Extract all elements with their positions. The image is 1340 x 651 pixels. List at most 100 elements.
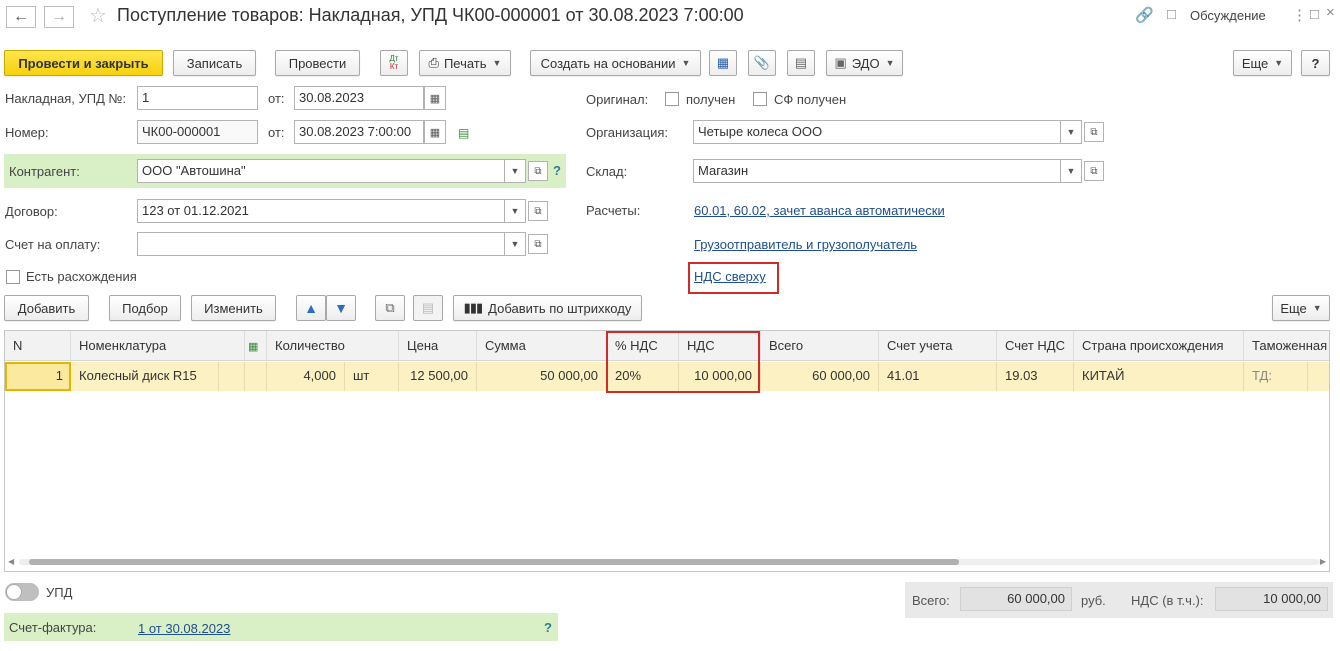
warehouse-field[interactable]: Магазин	[693, 159, 1061, 183]
header-customs[interactable]: Таможенная	[1244, 331, 1329, 361]
header-vat-account[interactable]: Счет НДС	[997, 331, 1074, 361]
received-checkbox[interactable]	[665, 92, 679, 106]
counterparty-help[interactable]: ?	[553, 163, 561, 178]
cell-item[interactable]: Колесный диск R15	[71, 362, 219, 391]
payment-invoice-open-button[interactable]: ⧉	[528, 234, 548, 254]
counterparty-field[interactable]: ООО "Автошина"	[137, 159, 505, 183]
counterparty-open-button[interactable]: ⧉	[528, 161, 548, 181]
cell-quantity[interactable]: 4,000	[267, 362, 345, 391]
discuss-label[interactable]: Обсуждение	[1190, 8, 1266, 23]
cell-price[interactable]: 12 500,00	[399, 362, 477, 391]
header-vat-rate[interactable]: % НДС	[607, 331, 679, 361]
payment-invoice-dropdown[interactable]: ▼	[504, 232, 526, 256]
cell-total[interactable]: 60 000,00	[761, 362, 879, 391]
close-icon[interactable]: ×	[1326, 4, 1335, 21]
invoice-help[interactable]: ?	[544, 620, 552, 635]
invoice-facture-link[interactable]: 1 от 30.08.2023	[138, 621, 230, 636]
discuss-icon[interactable]: □	[1167, 6, 1176, 23]
add-row-button[interactable]: Добавить	[4, 295, 89, 321]
edo-button[interactable]: ▣ ЭДО ▼	[826, 50, 903, 76]
more-vertical-icon[interactable]: ⋮	[1292, 6, 1307, 24]
header-account[interactable]: Счет учета	[879, 331, 997, 361]
contract-field[interactable]: 123 от 01.12.2021	[137, 199, 505, 223]
table-more-button[interactable]: Еще ▼	[1272, 295, 1330, 321]
header-item[interactable]: Номенклатура	[71, 331, 245, 361]
organization-dropdown[interactable]: ▼	[1060, 120, 1082, 144]
paste-row-button[interactable]: ▤	[413, 295, 443, 321]
forward-button[interactable]: →	[44, 6, 74, 28]
print-button[interactable]: ⎙ Печать ▼	[419, 50, 511, 76]
sf-received-checkbox[interactable]	[753, 92, 767, 106]
goods-table[interactable]: N Номенклатура ▦ Количество Цена Сумма %…	[4, 330, 1330, 572]
invoice-number-field[interactable]: 1	[137, 86, 258, 110]
cell-customs-extra[interactable]	[1308, 362, 1329, 391]
cell-vat[interactable]: 10 000,00	[679, 362, 761, 391]
document-list-button[interactable]: ▤	[787, 50, 815, 76]
calendar-button[interactable]: ▦	[424, 86, 446, 110]
attachments-button[interactable]: 📎	[748, 50, 776, 76]
doc-date-field[interactable]: 30.08.2023 7:00:00	[294, 120, 424, 144]
cell-customs[interactable]: ТД:	[1244, 362, 1308, 391]
header-total[interactable]: Всего	[761, 331, 879, 361]
horizontal-scrollbar[interactable]	[19, 559, 1319, 565]
move-up-button[interactable]: ▲	[296, 295, 326, 321]
invoice-date-field[interactable]: 30.08.2023	[294, 86, 424, 110]
organization-open-button[interactable]: ⧉	[1084, 122, 1104, 142]
upd-toggle[interactable]	[5, 583, 39, 601]
calendar-button-2[interactable]: ▦	[424, 120, 446, 144]
scrollbar-thumb[interactable]	[29, 559, 959, 565]
more-button[interactable]: Еще ▼	[1233, 50, 1292, 76]
cell-item-extra[interactable]	[219, 362, 245, 391]
scroll-right-icon[interactable]: ▶	[1320, 557, 1326, 566]
copy-row-button[interactable]: ⧉	[375, 295, 405, 321]
cell-unit[interactable]: шт	[345, 362, 399, 391]
header-quantity[interactable]: Количество	[267, 331, 399, 361]
add-by-barcode-button[interactable]: ▮▮▮ Добавить по штрихкоду	[453, 295, 642, 321]
cell-n[interactable]: 1	[5, 362, 71, 391]
organization-field[interactable]: Четыре колеса ООО	[693, 120, 1061, 144]
vat-on-top-link[interactable]: НДС сверху	[694, 269, 766, 284]
counterparty-dropdown[interactable]: ▼	[504, 159, 526, 183]
dt-kt-button[interactable]: Дт Кт	[380, 50, 408, 76]
help-button[interactable]: ?	[1301, 50, 1330, 76]
post-and-close-button[interactable]: Провести и закрыть	[4, 50, 163, 76]
header-country[interactable]: Страна происхождения	[1074, 331, 1244, 361]
header-price[interactable]: Цена	[399, 331, 477, 361]
table-more-label: Еще	[1280, 300, 1307, 316]
shipper-consignee-link[interactable]: Грузоотправитель и грузополучатель	[694, 237, 917, 252]
post-button[interactable]: Провести	[275, 50, 360, 76]
chevron-down-icon: ▼	[885, 58, 895, 68]
edit-row-button[interactable]: Изменить	[191, 295, 276, 321]
warehouse-open-button[interactable]: ⧉	[1084, 161, 1104, 181]
header-sum[interactable]: Сумма	[477, 331, 607, 361]
more-label: Еще	[1241, 55, 1269, 71]
cell-account[interactable]: 41.01	[879, 362, 997, 391]
discrepancy-checkbox[interactable]	[6, 270, 20, 284]
edit-number-icon[interactable]: ▤	[458, 126, 469, 140]
total-label: Всего:	[912, 593, 950, 608]
favorite-star-icon[interactable]: ☆	[89, 3, 107, 28]
maximize-icon[interactable]: □	[1310, 6, 1319, 23]
arrow-right-icon: →	[51, 8, 67, 25]
cell-sum[interactable]: 50 000,00	[477, 362, 607, 391]
scroll-left-icon[interactable]: ◀	[8, 557, 14, 566]
cell-country[interactable]: КИТАЙ	[1074, 362, 1244, 391]
warehouse-dropdown[interactable]: ▼	[1060, 159, 1082, 183]
settlements-link[interactable]: 60.01, 60.02, зачет аванса автоматически	[694, 203, 945, 218]
received-label: получен	[686, 92, 736, 107]
payment-invoice-field[interactable]	[137, 232, 505, 256]
contract-open-button[interactable]: ⧉	[528, 201, 548, 221]
header-n[interactable]: N	[5, 331, 71, 361]
save-button[interactable]: Записать	[173, 50, 256, 76]
number-field[interactable]: ЧК00-000001	[137, 120, 258, 144]
structure-button[interactable]: ▦	[709, 50, 737, 76]
contract-dropdown[interactable]: ▼	[504, 199, 526, 223]
pick-button[interactable]: Подбор	[109, 295, 181, 321]
back-button[interactable]: ←	[6, 6, 36, 28]
cell-vat-account[interactable]: 19.03	[997, 362, 1074, 391]
link-icon[interactable]: 🔗	[1135, 6, 1154, 24]
move-down-button[interactable]: ▼	[326, 295, 356, 321]
cell-vat-rate[interactable]: 20%	[607, 362, 679, 391]
header-vat[interactable]: НДС	[679, 331, 761, 361]
create-based-on-button[interactable]: Создать на основании ▼	[530, 50, 701, 76]
